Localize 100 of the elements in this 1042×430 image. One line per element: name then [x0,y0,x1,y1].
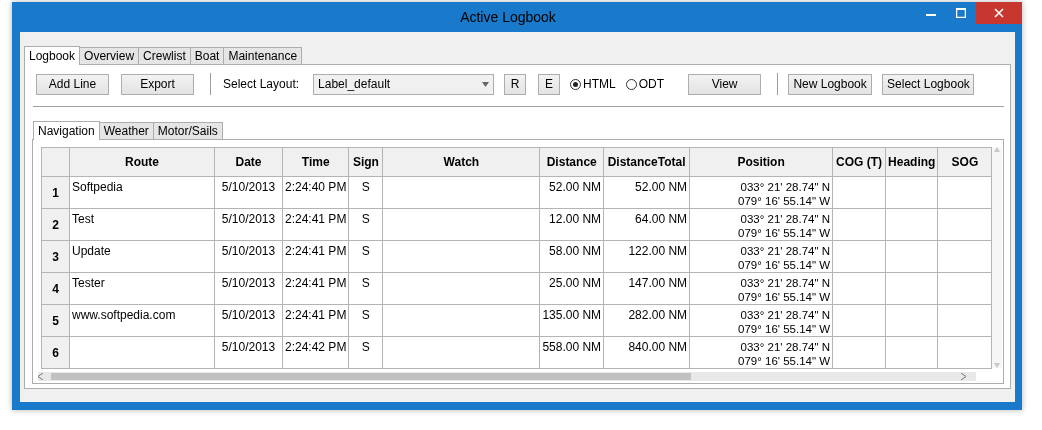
table-cell: 25.00 NM [539,272,604,305]
horizontal-scrollbar[interactable] [38,372,976,381]
row-header[interactable]: 6 [41,336,70,369]
column-header[interactable]: Date [214,147,283,177]
table-cell: 5/10/2013 [214,176,283,209]
table-cell [937,240,992,273]
table-cell [885,208,938,241]
table-cell: 58.00 NM [539,240,604,273]
table-cell: 12.00 NM [539,208,604,241]
row-header[interactable]: 1 [41,176,70,209]
format-radio[interactable]: HTML [570,77,616,91]
close-button[interactable] [976,2,1022,24]
table-cell [832,176,886,209]
table-cell [885,240,938,273]
table-cell: 033° 21' 28.74" N 079° 16' 55.14" W [689,240,833,273]
table-cell: 2:24:41 PM [282,240,349,273]
table-cell: 2:24:40 PM [282,176,349,209]
table-cell: 282.00 NM [603,304,690,337]
row-header[interactable]: 5 [41,304,70,337]
maximize-icon [956,8,966,18]
tab[interactable]: Maintenance [223,47,303,64]
column-header[interactable]: Heading [885,147,938,177]
vertical-scrollbar[interactable] [992,147,1003,368]
column-header[interactable]: DistanceTotal [603,147,690,177]
corner-cell [41,147,70,177]
tab[interactable]: Motor/Sails [152,122,223,139]
edit-button[interactable]: E [538,73,561,95]
tab[interactable]: Logbook [24,46,81,65]
table-cell: 2:24:42 PM [282,336,349,369]
table-cell: S [348,208,383,241]
table-cell: S [348,176,383,209]
table-cell: www.softpedia.com [69,304,215,337]
format-radio[interactable]: ODT [625,77,665,91]
table-cell: S [348,304,383,337]
scroll-left-icon [38,373,43,380]
column-header[interactable]: Watch [382,147,540,177]
table-cell: 5/10/2013 [214,240,283,273]
table-cell: Update [69,240,215,273]
scroll-up-icon [994,147,1001,152]
table-cell [885,272,938,305]
table-cell: Test [69,208,215,241]
table-cell: 033° 21' 28.74" N 079° 16' 55.14" W [689,272,833,305]
layout-dropdown[interactable]: Label_default [313,73,495,95]
scroll-down-icon [994,363,1001,368]
row-header[interactable]: 2 [41,208,70,241]
reload-button[interactable]: R [504,73,527,95]
table-cell: 5/10/2013 [214,304,283,337]
table-cell [832,240,886,273]
column-header[interactable]: Sign [348,147,383,177]
table-cell [937,208,992,241]
table-cell [937,336,992,369]
scroll-right-icon [961,373,966,380]
view-button[interactable]: View [688,73,762,95]
table-cell: 558.00 NM [539,336,604,369]
table-cell: 033° 21' 28.74" N 079° 16' 55.14" W [689,176,833,209]
table-cell: 5/10/2013 [214,208,283,241]
table-cell [832,304,886,337]
column-header[interactable]: SOG [937,147,992,177]
table-cell: Tester [69,272,215,305]
table-cell [832,208,886,241]
table-cell: 033° 21' 28.74" N 079° 16' 55.14" W [689,336,833,369]
dropdown-caret-icon [482,81,490,87]
tab[interactable]: Overview [79,47,140,64]
column-header[interactable]: Position [689,147,833,177]
table-cell: 52.00 NM [603,176,690,209]
layout-label: Select Layout: [223,77,300,91]
column-header[interactable]: COG (T) [832,147,886,177]
close-icon [994,8,1004,18]
row-header[interactable]: 3 [41,240,70,273]
table-cell: 147.00 NM [603,272,690,305]
table-cell: 5/10/2013 [214,336,283,369]
table-cell: 2:24:41 PM [282,304,349,337]
table-cell: 122.00 NM [603,240,690,273]
table-cell [937,272,992,305]
table-cell [937,176,992,209]
select-logbook-button[interactable]: Select Logbook [882,73,975,95]
table-cell: 033° 21' 28.74" N 079° 16' 55.14" W [689,304,833,337]
tab[interactable]: Crewlist [138,47,191,64]
table-cell: 2:24:41 PM [282,208,349,241]
table-cell: 52.00 NM [539,176,604,209]
window-title: Active Logbook [459,9,557,25]
row-header[interactable]: 4 [41,272,70,305]
table-cell [885,336,938,369]
table-cell: 64.00 NM [603,208,690,241]
tab[interactable]: Navigation [33,121,100,140]
table-cell [885,176,938,209]
table-cell [832,336,886,369]
export-button[interactable]: Export [121,73,194,95]
column-header[interactable]: Time [282,147,349,177]
table-cell: Softpedia [69,176,215,209]
table-cell: 5/10/2013 [214,272,283,305]
new-logbook-button[interactable]: New Logbook [788,73,873,95]
table-cell: S [348,336,383,369]
table-cell [832,272,886,305]
column-header[interactable]: Route [69,147,215,177]
table-cell: 033° 21' 28.74" N 079° 16' 55.14" W [689,208,833,241]
table-cell: S [348,272,383,305]
tab[interactable]: Weather [98,122,154,139]
column-header[interactable]: Distance [539,147,604,177]
add-line-button[interactable]: Add Line [36,73,109,95]
